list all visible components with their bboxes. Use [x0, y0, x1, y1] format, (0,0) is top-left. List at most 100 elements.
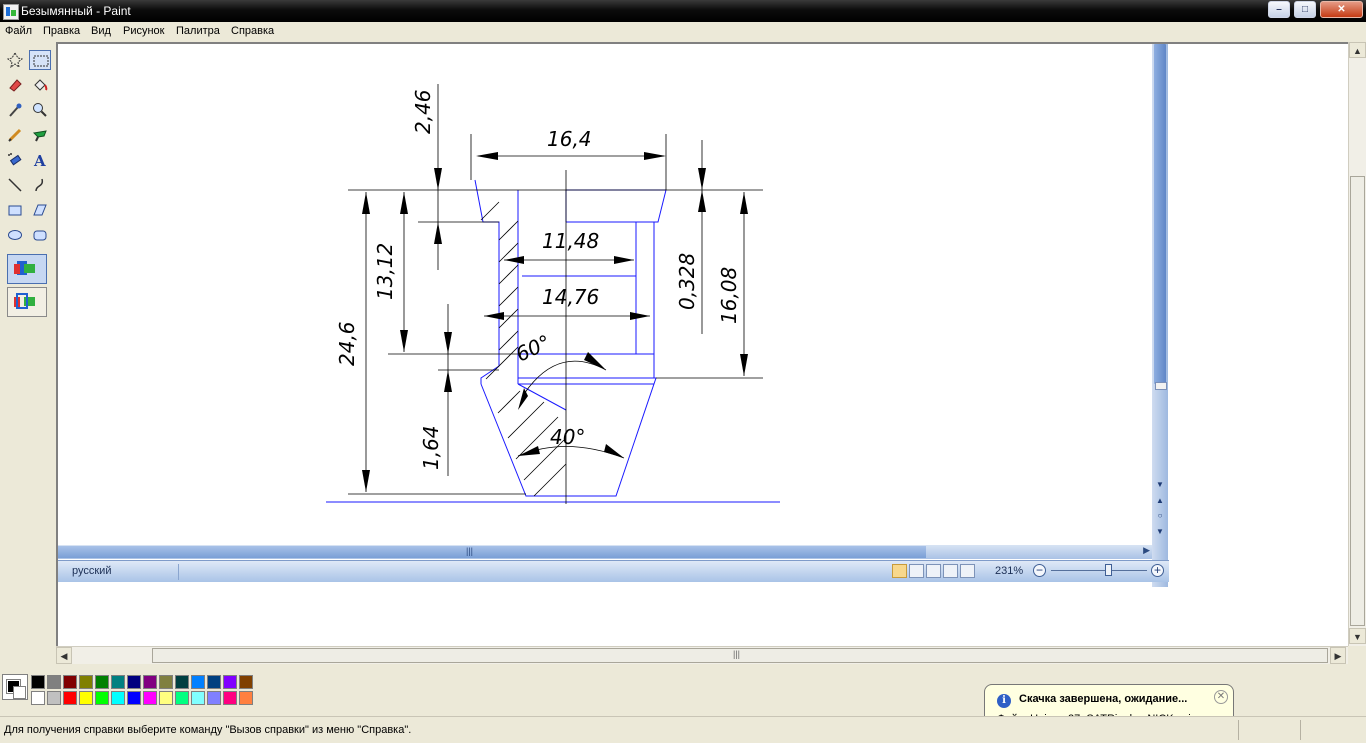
info-icon: i: [997, 694, 1011, 708]
tool-curve[interactable]: [29, 175, 51, 195]
transparency-option-transparent[interactable]: [7, 287, 47, 317]
transparency-option-opaque[interactable]: [7, 254, 47, 284]
minimize-button[interactable]: –: [1268, 1, 1290, 18]
document-horizontal-scrollbar[interactable]: ||| ▶: [58, 545, 1152, 559]
color-swatch[interactable]: [127, 691, 141, 705]
window-title: Безымянный - Paint: [21, 4, 131, 18]
tool-text[interactable]: A: [29, 150, 51, 170]
scroll-right-icon[interactable]: ▶: [1330, 647, 1346, 664]
tool-color-picker[interactable]: [4, 100, 26, 120]
canvas-hscroll-thumb[interactable]: |||: [152, 648, 1328, 663]
scroll-left-icon[interactable]: ◀: [56, 647, 72, 664]
menu-help[interactable]: Справка: [231, 25, 274, 37]
color-swatch[interactable]: [31, 675, 45, 689]
tool-ellipse[interactable]: [4, 225, 26, 245]
color-swatch[interactable]: [223, 675, 237, 689]
tool-airbrush[interactable]: [4, 150, 26, 170]
tool-rect-select[interactable]: [29, 50, 51, 70]
maximize-button[interactable]: □: [1294, 1, 1316, 18]
color-swatch[interactable]: [63, 675, 77, 689]
menu-palette[interactable]: Палитра: [176, 25, 220, 37]
next-page-icon[interactable]: ▼: [1152, 527, 1168, 536]
color-swatch[interactable]: [31, 691, 45, 705]
tool-rectangle[interactable]: [4, 200, 26, 220]
canvas-vscroll-thumb[interactable]: [1350, 176, 1365, 626]
tool-fill[interactable]: [29, 75, 51, 95]
status-divider: [1238, 720, 1239, 740]
color-swatch[interactable]: [143, 691, 157, 705]
notification-close-icon[interactable]: ✕: [1214, 690, 1228, 704]
color-swatch[interactable]: [111, 691, 125, 705]
zoom-slider-knob[interactable]: [1105, 564, 1112, 576]
color-swatch[interactable]: [191, 675, 205, 689]
menu-image[interactable]: Рисунок: [123, 25, 165, 37]
paint-app-icon[interactable]: [3, 4, 19, 20]
scroll-up-icon[interactable]: ▲: [1349, 42, 1366, 58]
document-hscroll-thumb[interactable]: [58, 546, 926, 558]
document-vscroll-grip[interactable]: [1155, 382, 1167, 390]
menu-view[interactable]: Вид: [91, 25, 111, 37]
color-swatch[interactable]: [239, 675, 253, 689]
color-swatch[interactable]: [207, 675, 221, 689]
zoom-level[interactable]: 231%: [995, 565, 1023, 577]
scroll-right-icon[interactable]: ▶: [1143, 545, 1150, 556]
scroll-down-icon[interactable]: ▼: [1152, 480, 1168, 489]
dim-angle-2: 40°: [550, 425, 585, 449]
color-swatch[interactable]: [159, 691, 173, 705]
color-swatch[interactable]: [47, 691, 61, 705]
canvas-horizontal-scrollbar[interactable]: ◀ ||| ▶: [56, 646, 1348, 664]
color-swatch[interactable]: [63, 691, 77, 705]
prev-page-icon[interactable]: ▲: [1152, 496, 1168, 505]
color-swatch[interactable]: [127, 675, 141, 689]
language-indicator[interactable]: русский: [72, 565, 111, 577]
view-buttons: [892, 563, 992, 580]
outline-view-icon[interactable]: [943, 564, 958, 578]
menu-edit[interactable]: Правка: [43, 25, 80, 37]
dim-top-width: 16,4: [547, 127, 592, 151]
tool-line[interactable]: [4, 175, 26, 195]
draft-view-icon[interactable]: [960, 564, 975, 578]
zoom-out-icon[interactable]: −: [1033, 564, 1046, 577]
current-colors[interactable]: [2, 674, 28, 700]
color-swatch[interactable]: [79, 691, 93, 705]
tool-polygon[interactable]: [29, 200, 51, 220]
pasted-document-image: 16,4 2,46 11,48 14,76 0,328 24,6 13,12 1…: [58, 44, 1169, 587]
menu-file[interactable]: Файл: [5, 25, 32, 37]
browse-object-icon[interactable]: ○: [1152, 511, 1168, 520]
document-vertical-scrollbar[interactable]: ▼ ▲ ○ ▼: [1152, 44, 1168, 587]
tool-free-select[interactable]: [4, 50, 26, 70]
tool-magnifier[interactable]: [29, 100, 51, 120]
tool-pencil[interactable]: [4, 125, 26, 145]
color-swatch[interactable]: [111, 675, 125, 689]
color-swatch[interactable]: [175, 691, 189, 705]
web-layout-icon[interactable]: [926, 564, 941, 578]
color-swatch[interactable]: [47, 675, 61, 689]
dim-bottom-height: 1,64: [419, 425, 443, 470]
color-swatch[interactable]: [239, 691, 253, 705]
color-swatch[interactable]: [79, 675, 93, 689]
help-hint: Для получения справки выберите команду "…: [4, 724, 412, 736]
color-swatch[interactable]: [191, 691, 205, 705]
color-swatch[interactable]: [95, 675, 109, 689]
color-swatch[interactable]: [223, 691, 237, 705]
print-layout-icon[interactable]: [892, 564, 907, 578]
dim-right-height: 16,08: [717, 267, 741, 324]
color-swatch[interactable]: [95, 691, 109, 705]
tool-brush[interactable]: [29, 125, 51, 145]
reading-layout-icon[interactable]: [909, 564, 924, 578]
brush-icon: [32, 130, 47, 142]
color-picker-icon: [9, 103, 22, 117]
canvas-area[interactable]: 16,4 2,46 11,48 14,76 0,328 24,6 13,12 1…: [56, 42, 1348, 646]
color-swatch[interactable]: [143, 675, 157, 689]
tool-eraser[interactable]: [4, 75, 26, 95]
color-swatch[interactable]: [207, 691, 221, 705]
zoom-slider-track[interactable]: [1051, 570, 1147, 571]
close-button[interactable]: ✕: [1320, 1, 1363, 18]
scroll-down-icon[interactable]: ▼: [1349, 628, 1366, 644]
canvas-vertical-scrollbar[interactable]: ▲ ▼: [1348, 42, 1366, 646]
tool-rounded-rect[interactable]: [29, 225, 51, 245]
zoom-in-icon[interactable]: +: [1151, 564, 1164, 577]
document-vscroll-thumb[interactable]: [1154, 44, 1166, 384]
color-swatch[interactable]: [159, 675, 173, 689]
color-swatch[interactable]: [175, 675, 189, 689]
